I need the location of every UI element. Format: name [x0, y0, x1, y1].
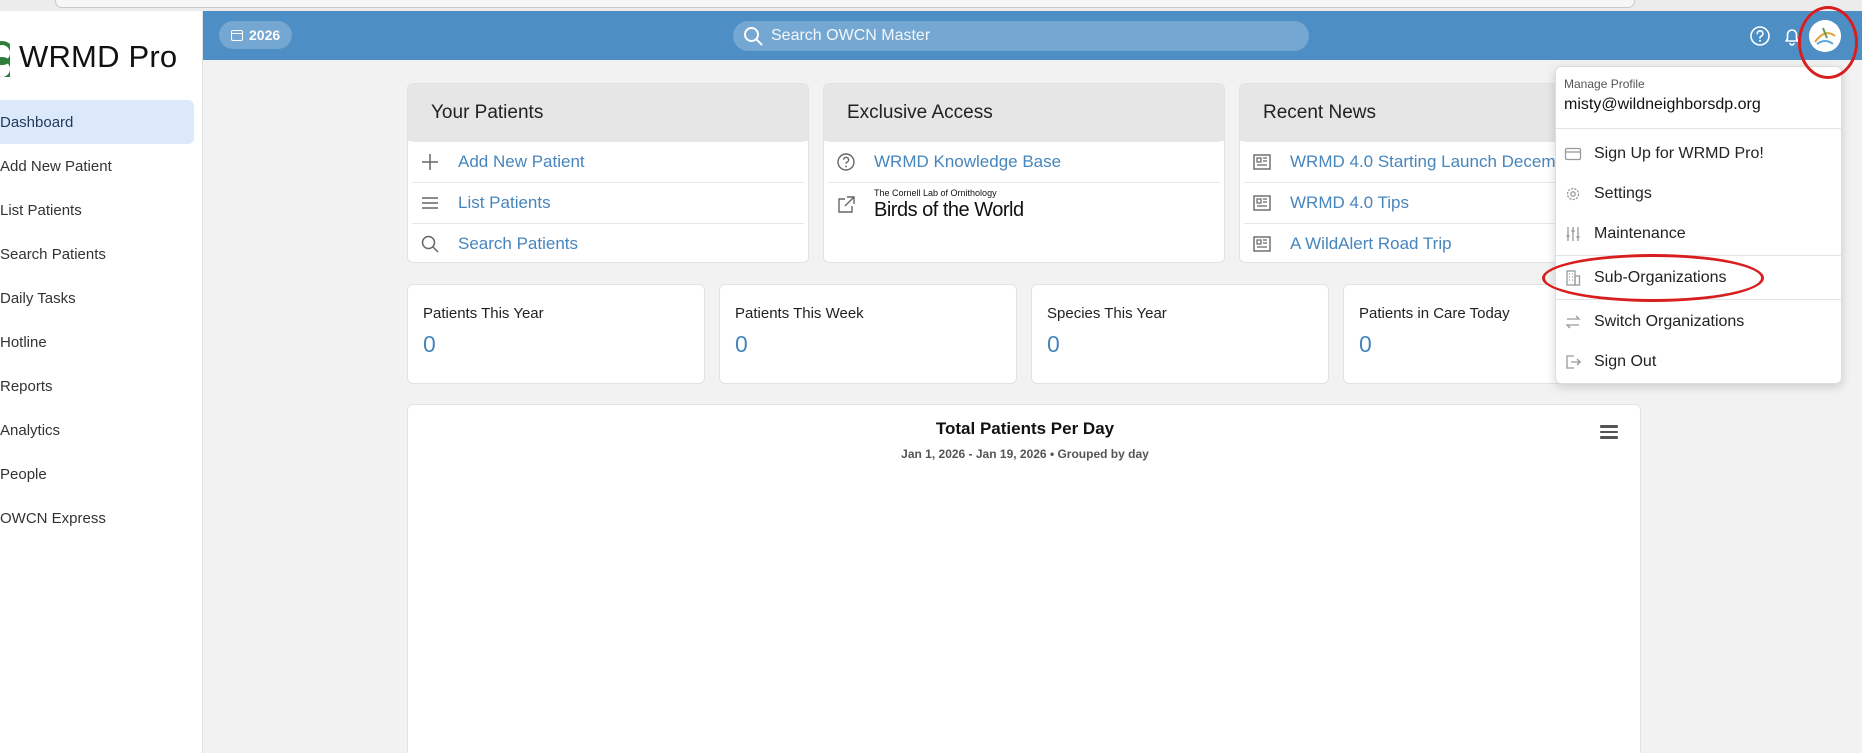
avatar-logo-icon: [1809, 20, 1841, 52]
topbar: 2026: [203, 11, 1862, 60]
quick-link-label: List Patients: [458, 193, 551, 212]
divider: [1556, 299, 1843, 300]
help-icon[interactable]: [1749, 25, 1771, 47]
card-icon: [1564, 147, 1582, 161]
brand-name: WRMD Pro: [19, 39, 178, 74]
sidebar-item-people[interactable]: People: [0, 452, 194, 496]
switch-arrows-icon: [1565, 315, 1581, 329]
sign-out-icon: [1566, 355, 1582, 369]
newspaper-icon: [1253, 154, 1271, 170]
quick-link-list-patients[interactable]: List Patients: [412, 182, 804, 223]
search-icon: [421, 235, 439, 253]
year-button[interactable]: 2026: [219, 21, 293, 49]
chart-menu-icon[interactable]: [1600, 425, 1618, 439]
birds-of-the-world-text: Birds of the World: [874, 199, 1024, 221]
newspaper-icon: [1253, 236, 1271, 252]
browser-chrome: [0, 0, 1862, 11]
manage-profile-label[interactable]: Manage Profile: [1564, 77, 1645, 91]
quick-link-add-new-patient[interactable]: Add New Patient: [412, 141, 804, 182]
news-item-label: WRMD 4.0 Tips: [1290, 193, 1410, 212]
sidebar: WRMD Pro Dashboard Add New Patient List …: [0, 11, 203, 753]
stat-label: Patients This Week: [735, 305, 864, 322]
bell-icon[interactable]: [1781, 25, 1803, 47]
exclusive-access-title: Exclusive Access: [824, 84, 1224, 141]
quick-link-label: Add New Patient: [458, 152, 585, 171]
calendar-icon: [231, 29, 243, 41]
knowledge-base-link[interactable]: WRMD Knowledge Base: [828, 141, 1220, 182]
newspaper-icon: [1253, 195, 1271, 211]
menu-item-label: Switch Organizations: [1594, 313, 1745, 330]
menu-item-settings[interactable]: Settings: [1556, 177, 1843, 211]
external-link-icon: [838, 195, 855, 213]
divider: [1556, 255, 1843, 256]
stat-patients-this-week: Patients This Week 0: [719, 284, 1017, 384]
sidebar-item-list-patients[interactable]: List Patients: [0, 188, 194, 232]
sidebar-item-search-patients[interactable]: Search Patients: [0, 232, 194, 276]
news-item-label: A WildAlert Road Trip: [1290, 234, 1452, 253]
knowledge-base-label: WRMD Knowledge Base: [874, 152, 1062, 171]
birds-of-the-world-logo: The Cornell Lab of Ornithology Birds of …: [874, 188, 1024, 221]
brand[interactable]: WRMD Pro: [0, 37, 177, 77]
sidebar-item-dashboard[interactable]: Dashboard: [0, 100, 194, 144]
profile-dropdown: Manage Profile misty@wildneighborsdp.org…: [1555, 66, 1843, 384]
stat-value: 0: [1047, 331, 1060, 357]
stat-label: Patients This Year: [423, 305, 544, 322]
menu-item-switch-organizations[interactable]: Switch Organizations: [1556, 305, 1843, 339]
sidebar-nav: Dashboard Add New Patient List Patients …: [0, 100, 203, 540]
quick-link-label: Search Patients: [458, 234, 579, 253]
stat-value: 0: [423, 331, 436, 357]
divider: [1556, 128, 1843, 129]
stat-patients-this-year: Patients This Year 0: [407, 284, 705, 384]
year-label: 2026: [249, 27, 281, 43]
menu-item-label: Maintenance: [1594, 225, 1686, 242]
menu-item-label: Sub-Organizations: [1594, 269, 1727, 286]
menu-item-sign-out[interactable]: Sign Out: [1556, 345, 1843, 379]
avatar[interactable]: [1809, 20, 1841, 52]
menu-item-label: Sign Out: [1594, 353, 1657, 370]
menu-item-label: Settings: [1594, 185, 1652, 202]
menu-item-maintenance[interactable]: Maintenance: [1556, 217, 1843, 251]
plus-icon: [422, 154, 438, 170]
menu-item-label: Sign Up for WRMD Pro!: [1594, 145, 1764, 162]
total-patients-chart: Total Patients Per Day Jan 1, 2026 - Jan…: [407, 404, 1641, 753]
menu-item-sub-organizations[interactable]: Sub-Organizations: [1556, 261, 1843, 295]
stat-value: 0: [735, 331, 748, 357]
list-icon: [422, 197, 438, 209]
profile-email[interactable]: misty@wildneighborsdp.org: [1564, 96, 1761, 114]
quick-link-search-patients[interactable]: Search Patients: [412, 223, 804, 262]
sidebar-item-daily-tasks[interactable]: Daily Tasks: [0, 276, 194, 320]
search-icon: [744, 27, 763, 46]
your-patients-title: Your Patients: [408, 84, 808, 141]
gear-icon: [1566, 187, 1580, 201]
menu-item-sign-up-wrmd-pro[interactable]: Sign Up for WRMD Pro!: [1556, 137, 1843, 171]
sidebar-item-analytics[interactable]: Analytics: [0, 408, 194, 452]
wrmd-logo-icon: [0, 37, 10, 77]
chart-subtitle: Jan 1, 2026 - Jan 19, 2026 • Grouped by …: [901, 447, 1149, 461]
stat-label: Species This Year: [1047, 305, 1167, 322]
your-patients-card: Your Patients Add New Patient List Patie…: [407, 83, 809, 263]
building-icon: [1566, 270, 1581, 286]
cornell-lab-text: The Cornell Lab of Ornithology: [874, 188, 997, 198]
sliders-icon: [1566, 227, 1580, 241]
stat-species-this-year: Species This Year 0: [1031, 284, 1329, 384]
sidebar-item-hotline[interactable]: Hotline: [0, 320, 194, 364]
chart-title: Total Patients Per Day: [935, 419, 1115, 438]
sidebar-item-reports[interactable]: Reports: [0, 364, 194, 408]
sidebar-item-add-new-patient[interactable]: Add New Patient: [0, 144, 194, 188]
sidebar-item-owcn-express[interactable]: OWCN Express: [0, 496, 194, 540]
exclusive-access-card: Exclusive Access WRMD Knowledge Base The…: [823, 83, 1225, 263]
browser-address-bar[interactable]: [55, 0, 1635, 8]
question-circle-icon: [837, 153, 855, 171]
global-search[interactable]: [733, 21, 1309, 51]
global-search-input[interactable]: [771, 27, 1271, 45]
news-item-label: WRMD 4.0 Starting Launch December: [1290, 152, 1581, 171]
birds-of-the-world-link[interactable]: The Cornell Lab of Ornithology Birds of …: [828, 182, 1220, 226]
